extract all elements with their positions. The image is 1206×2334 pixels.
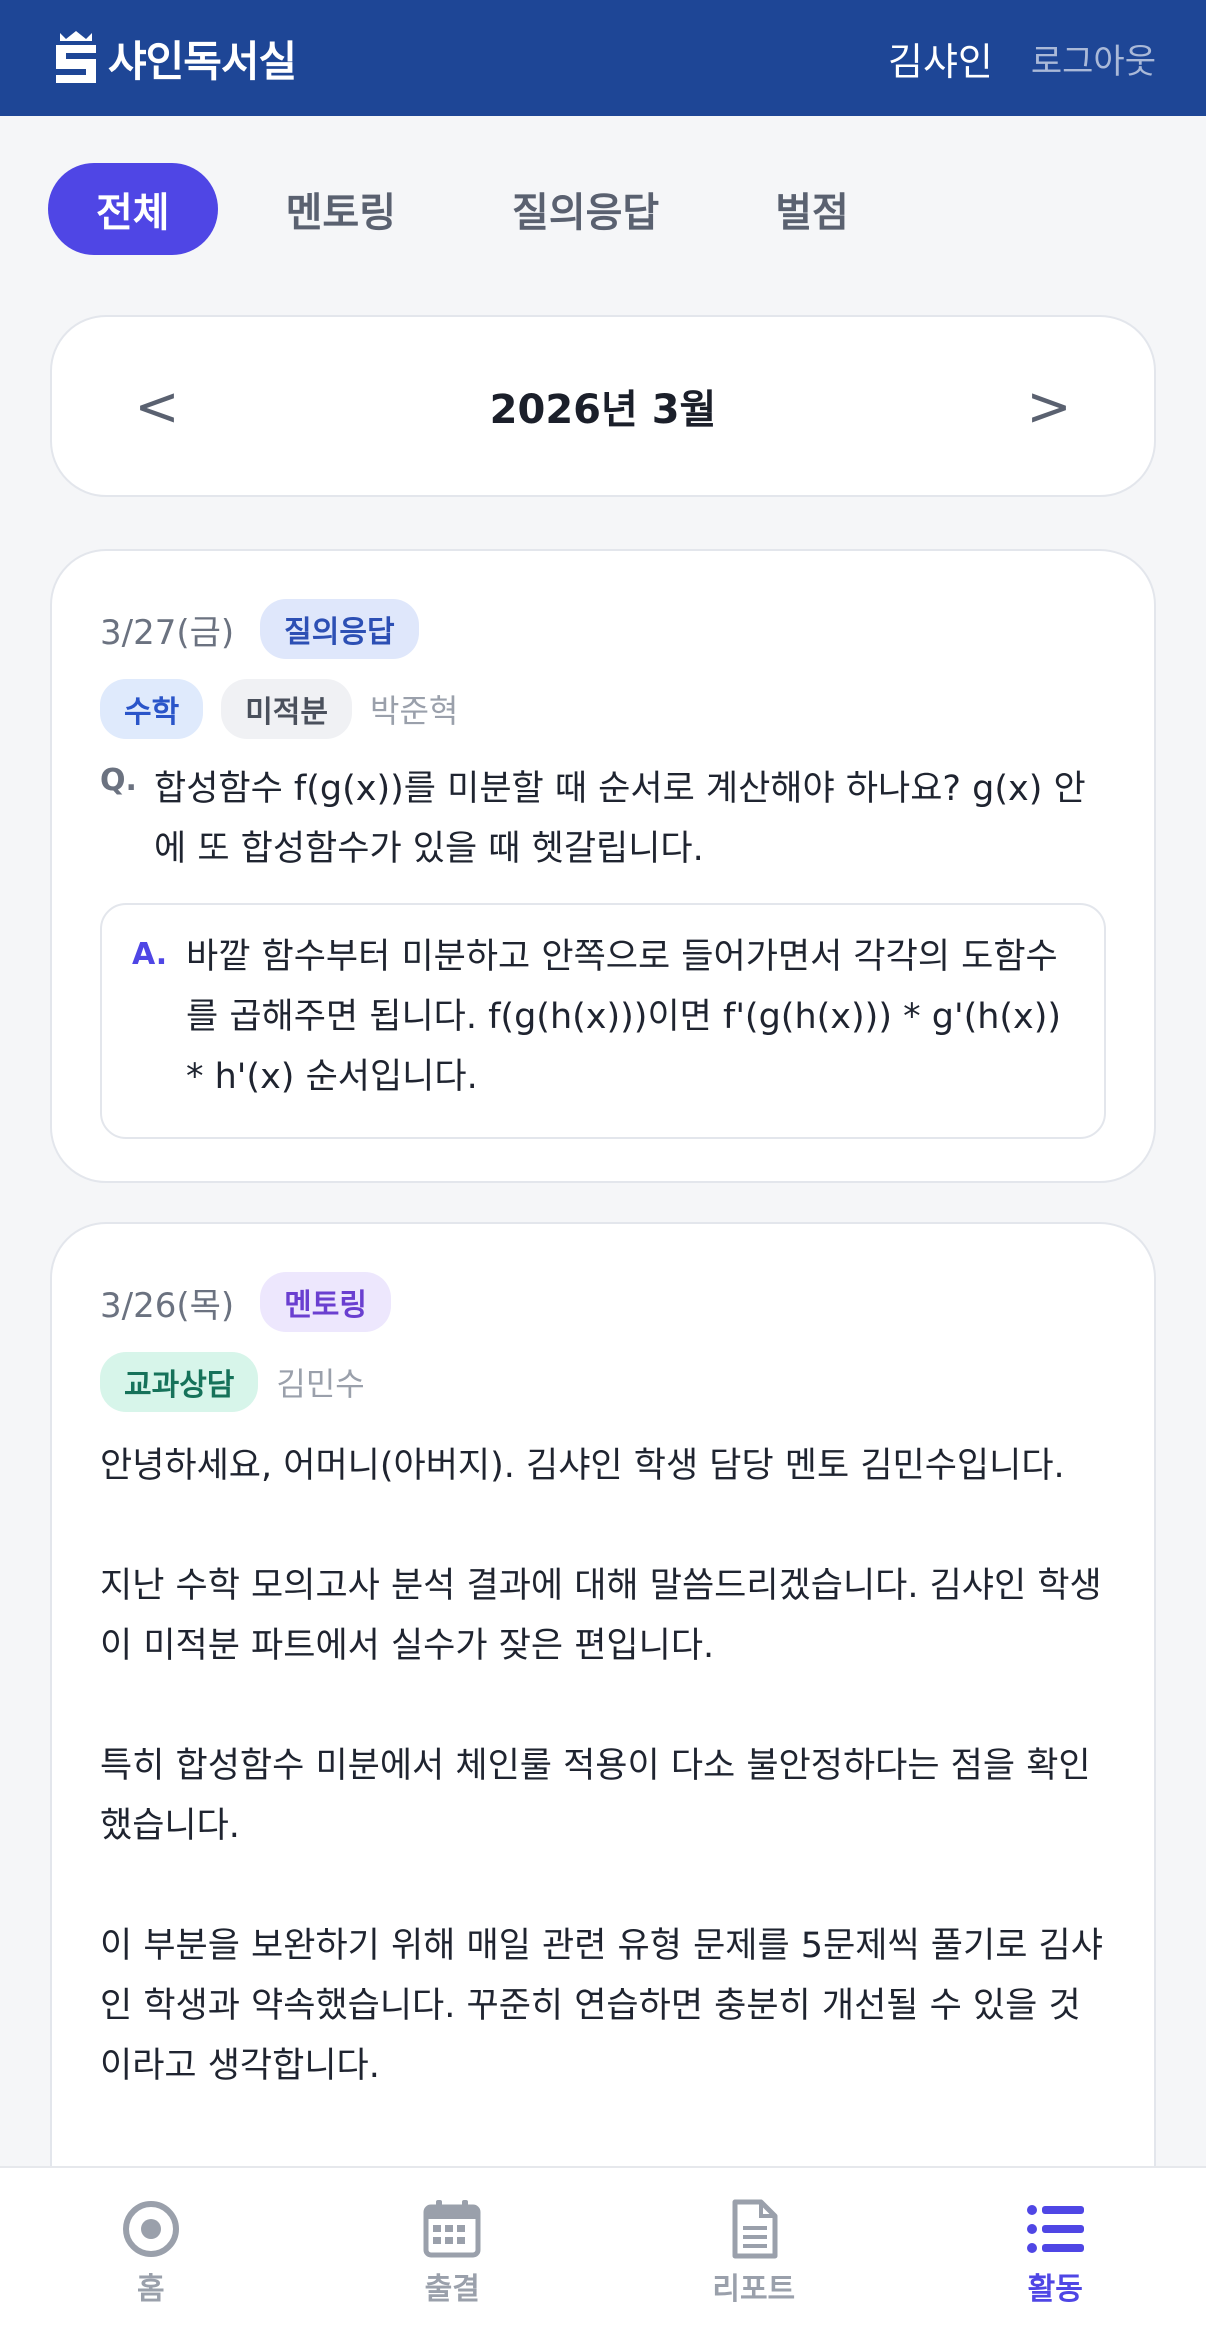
- home-target-icon: [122, 2201, 179, 2257]
- nav-home[interactable]: 홈: [0, 2168, 302, 2334]
- question-mark-label: Q.: [100, 763, 137, 798]
- message-paragraph: 이 부분을 보완하기 위해 매일 관련 유형 문제를 5문제씩 풀기로 김샤인 …: [100, 1926, 1103, 2086]
- message-paragraph: 지난 수학 모의고사 분석 결과에 대해 말씀드리겠습니다. 김샤인 학생이 미…: [100, 1566, 1102, 1666]
- next-month-button[interactable]: >: [1024, 375, 1074, 438]
- topic-badge: 미적분: [221, 679, 353, 739]
- filter-tabs: 전체 멘토링 질의응답 벌점: [48, 163, 917, 255]
- message-paragraph: 특히 합성함수 미분에서 체인룰 적용이 다소 불안정하다는 점을 확인했습니다…: [100, 1746, 1091, 1846]
- activity-card-qna[interactable]: 3/27(금) 질의응답 수학 미적분 박준혁 Q. 합성함수 f(g(x))를…: [50, 549, 1156, 1183]
- consult-tag-badge: 교과상담: [100, 1352, 259, 1412]
- tab-penalty[interactable]: 벌점: [727, 163, 897, 255]
- responder-name: 박준혁: [370, 692, 459, 730]
- calendar-icon: [423, 2200, 481, 2258]
- user-name: 김샤인: [887, 39, 993, 84]
- mentoring-message: 안녕하세요, 어머니(아버지). 김샤인 학생 담당 멘토 김민수입니다. 지난…: [100, 1436, 1106, 2216]
- card-date: 3/26(목): [100, 1285, 235, 1326]
- type-badge: 멘토링: [260, 1272, 391, 1332]
- nav-label: 활동: [1027, 2272, 1083, 2307]
- logo-text: 샤인독서실: [108, 36, 297, 86]
- prev-month-button[interactable]: <: [132, 375, 182, 438]
- message-paragraph: 안녕하세요, 어머니(아버지). 김샤인 학생 담당 멘토 김민수입니다.: [100, 1446, 1065, 1486]
- bottom-nav: 홈 출결 리포트 활동: [0, 2166, 1206, 2334]
- nav-activity[interactable]: 활동: [905, 2168, 1206, 2334]
- nav-label: 리포트: [712, 2272, 796, 2307]
- nav-attendance[interactable]: 출결: [302, 2168, 604, 2334]
- logo[interactable]: 샤인독서실: [50, 27, 297, 89]
- card-date: 3/27(금): [100, 612, 235, 653]
- answer-box: A. 바깥 함수부터 미분하고 안쪽으로 들어가면서 각각의 도함수를 곱해주면…: [100, 903, 1106, 1139]
- tab-qna[interactable]: 질의응답: [464, 163, 707, 255]
- tab-mentoring[interactable]: 멘토링: [238, 163, 444, 255]
- month-selector: < 2026년 3월 >: [50, 315, 1156, 497]
- type-badge: 질의응답: [260, 599, 419, 659]
- app-header: 샤인독서실 김샤인 로그아웃: [0, 0, 1206, 116]
- month-title: 2026년 3월: [489, 387, 717, 433]
- crown-shield-logo-icon: [56, 31, 96, 83]
- mentor-name: 김민수: [276, 1365, 365, 1403]
- subject-badge: 수학: [100, 679, 204, 739]
- question-text: 합성함수 f(g(x))를 미분할 때 순서로 계산해야 하나요? g(x) 안…: [154, 769, 1086, 869]
- question: Q. 합성함수 f(g(x))를 미분할 때 순서로 계산해야 하나요? g(x…: [100, 759, 1106, 879]
- nav-report[interactable]: 리포트: [603, 2168, 905, 2334]
- document-icon: [732, 2199, 778, 2259]
- answer-mark-label: A.: [132, 937, 168, 972]
- nav-label: 출결: [424, 2272, 480, 2307]
- logout-link[interactable]: 로그아웃: [1031, 34, 1156, 83]
- answer-text: 바깥 함수부터 미분하고 안쪽으로 들어가면서 각각의 도함수를 곱해주면 됩니…: [186, 937, 1062, 1097]
- nav-label: 홈: [136, 2272, 165, 2307]
- tab-all[interactable]: 전체: [48, 163, 218, 255]
- list-icon: [1027, 2205, 1085, 2253]
